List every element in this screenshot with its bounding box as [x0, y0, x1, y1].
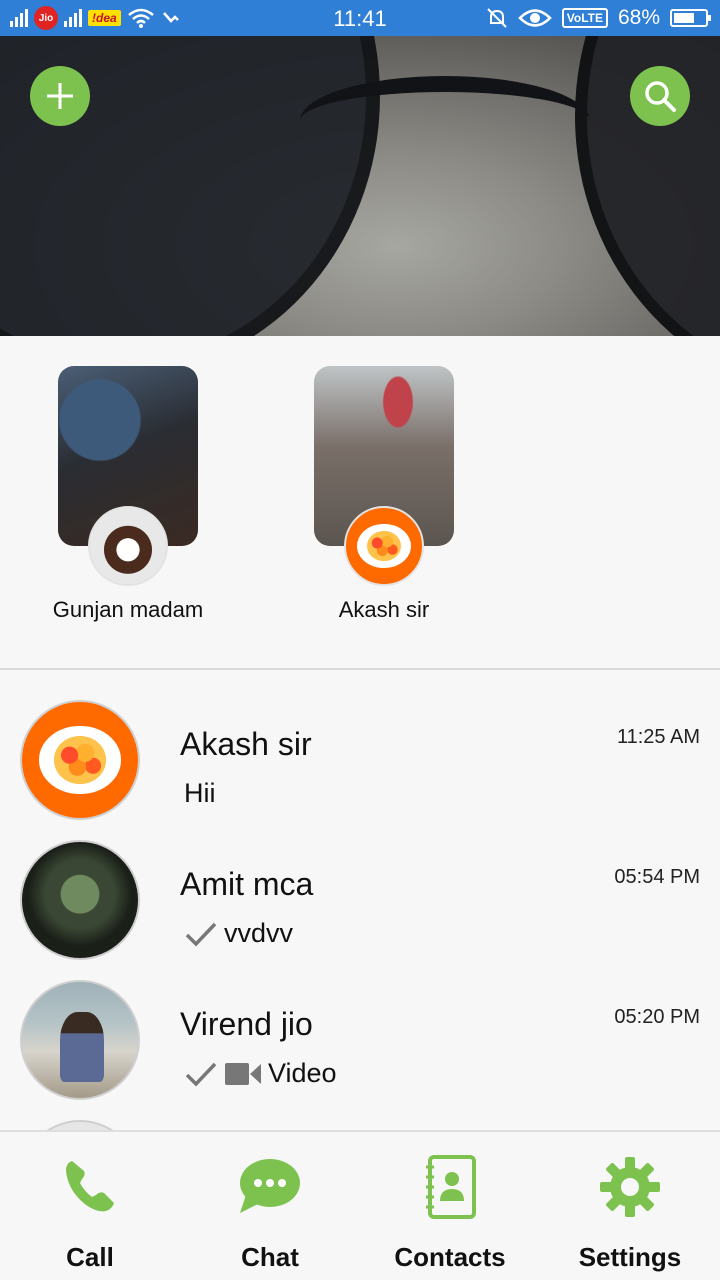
chat-name: Virend jio [180, 1006, 313, 1042]
story-item[interactable]: Akash sir [314, 366, 454, 622]
story-item[interactable]: Gunjan madam [53, 366, 203, 622]
avatar[interactable] [20, 700, 140, 820]
nav-label: Chat [241, 1242, 299, 1272]
sent-check-icon [185, 1062, 217, 1087]
sent-check-icon [185, 922, 217, 947]
chat-message: vvdvv [224, 918, 294, 948]
nav-label: Contacts [394, 1242, 506, 1272]
chat-row[interactable]: Akash sir 11:25 AM Hii [0, 672, 720, 820]
chat-message: Video [268, 1058, 337, 1088]
status-right: VoLTE 68% [486, 6, 711, 30]
add-button[interactable] [30, 66, 90, 126]
plus-icon [47, 83, 73, 109]
chat-time: 11:25 AM [616, 726, 700, 748]
avatar[interactable] [20, 1120, 140, 1130]
avatar [344, 506, 424, 586]
nav-chat[interactable]: Chat [180, 1132, 360, 1280]
profile-cover-image [0, 36, 720, 336]
search-icon [645, 81, 676, 112]
avatar[interactable] [20, 840, 140, 960]
chat-row[interactable]: Virend jio 05:20 PM Video [0, 952, 720, 1100]
stories-row: Gunjan madam Akash sir [0, 336, 720, 670]
avatar [88, 506, 168, 586]
avatar[interactable] [20, 980, 140, 1100]
chat-name: Amit mca [180, 866, 314, 902]
mute-bell-icon [487, 8, 507, 28]
eye-icon [517, 9, 552, 27]
story-name: Akash sir [338, 597, 430, 622]
gear-icon [595, 1152, 665, 1222]
nav-call[interactable]: Call [0, 1132, 180, 1280]
battery-icon [670, 9, 711, 27]
chat-list[interactable]: Akash sir 11:25 AM Hii Amit mca 05:54 PM… [0, 672, 720, 1130]
volte-badge: VoLTE [561, 8, 608, 28]
chat-bubble-icon [235, 1152, 305, 1222]
nav-label: Settings [578, 1242, 682, 1272]
contacts-book-icon [415, 1152, 485, 1222]
search-button[interactable] [630, 66, 690, 126]
story-name: Gunjan madam [52, 597, 204, 622]
nav-contacts[interactable]: Contacts [360, 1132, 540, 1280]
chat-message: Hii [184, 778, 216, 808]
phone-icon [55, 1152, 125, 1222]
video-camera-icon [225, 1062, 261, 1085]
chat-row-partial[interactable] [0, 1092, 720, 1130]
cover-bridge [300, 76, 590, 166]
bottom-nav: Call Chat Contacts Settings [0, 1130, 720, 1280]
chat-preview: Hii [184, 778, 216, 809]
status-bar: Jio !dea 11:41 VoLTE 68% [0, 0, 720, 36]
chat-name: Akash sir [180, 726, 312, 762]
chat-time: 05:20 PM [614, 1006, 700, 1028]
chat-preview: Video [184, 1058, 337, 1089]
nav-label: Call [66, 1242, 114, 1272]
chat-row[interactable]: Amit mca 05:54 PM vvdvv [0, 812, 720, 960]
battery-percent: 68% [617, 6, 660, 29]
chat-time: 05:54 PM [614, 866, 700, 888]
nav-settings[interactable]: Settings [540, 1132, 720, 1280]
chat-preview: vvdvv [184, 918, 293, 949]
